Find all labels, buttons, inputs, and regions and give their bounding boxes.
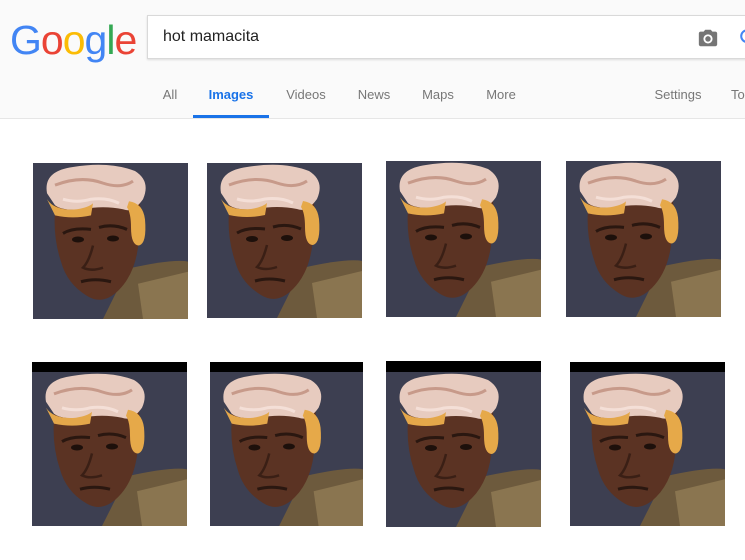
image-result[interactable]	[210, 372, 363, 526]
tab-all[interactable]: All	[158, 80, 182, 118]
tab-videos[interactable]: Videos	[282, 80, 330, 118]
image-result[interactable]	[386, 161, 541, 317]
image-result[interactable]	[570, 372, 725, 526]
image-border	[32, 362, 187, 372]
search-box	[147, 15, 745, 59]
image-border	[386, 361, 541, 372]
header: Google All Images Videos News Maps More …	[0, 0, 745, 119]
tab-settings[interactable]: Settings	[650, 80, 706, 118]
search-tabs: All Images Videos News Maps More Setting…	[0, 80, 745, 118]
image-result[interactable]	[33, 163, 188, 319]
camera-icon[interactable]	[697, 27, 719, 49]
image-border	[210, 362, 363, 372]
image-result[interactable]	[386, 372, 541, 527]
search-input[interactable]	[163, 16, 663, 58]
logo-letter: o	[40, 17, 64, 63]
google-logo[interactable]: Google	[10, 16, 137, 64]
logo-letter: e	[114, 17, 137, 63]
tab-maps[interactable]: Maps	[418, 80, 458, 118]
search-icon[interactable]	[738, 27, 745, 49]
logo-letter: o	[62, 17, 86, 63]
tab-more[interactable]: More	[482, 80, 520, 118]
image-result[interactable]	[32, 372, 187, 526]
tab-images[interactable]: Images	[193, 80, 269, 118]
tab-news[interactable]: News	[353, 80, 395, 118]
logo-letter: l	[106, 17, 115, 63]
tab-tools[interactable]: To	[731, 80, 745, 118]
image-border	[570, 362, 725, 372]
logo-letter: G	[10, 17, 42, 63]
logo-letter: g	[84, 17, 108, 63]
image-results-grid	[0, 119, 745, 560]
image-result[interactable]	[207, 163, 362, 318]
image-result[interactable]	[566, 161, 721, 317]
